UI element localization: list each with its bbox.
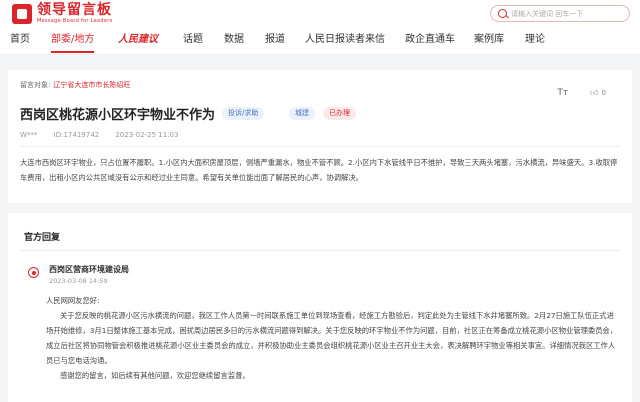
target-value[interactable]: 辽宁省大连市市长陈绍旺 [53,81,130,89]
reply-section-title: 官方回复 [24,233,61,243]
font-size-icon[interactable]: Tт [557,88,568,98]
nav-item-case-library[interactable]: 案例库 [474,34,504,46]
reply-department: 西岗区营商环境建设局 [49,265,129,274]
message-meta: W*** ID:17419742 2023-02-25 11:03 [20,131,192,139]
tag-type: 投诉/求助 [222,107,265,120]
nav-item-reports[interactable]: 报道 [265,34,285,46]
logo-title: 领导留言板 [37,2,112,18]
top-bar: 领导留言板 Message Board for Leaders [0,0,640,27]
reply-time: 2023-03-08 14:59 [49,277,108,285]
like-icon[interactable]: 👍︎ [590,88,598,98]
nav-item-data[interactable]: 数据 [224,34,244,46]
logo-subtitle: Message Board for Leaders [37,18,113,24]
tag-field: 城建 [289,107,315,120]
main-nav: 首页 部委/地方 人民建议 话题 数据 报道 人民日报读者来信 政企直通车 案例… [0,27,640,55]
message-tools: Tт 👍︎ 0 [557,88,606,98]
divider [20,250,620,251]
reply-greeting: 人民网网友您好: [46,296,100,305]
message-target: 留言对象: 辽宁省大连市市长陈绍旺 [20,80,130,90]
author: W*** [20,131,38,139]
department-seal-icon [28,267,39,278]
search-box[interactable] [490,5,630,22]
search-input[interactable] [511,8,623,19]
nav-item-home[interactable]: 首页 [10,34,30,46]
nav-item-topics[interactable]: 话题 [183,34,203,46]
logo-icon [12,3,32,24]
logo-text: 领导留言板 Message Board for Leaders [37,2,113,25]
message-content: 大连市西岗区环宇物业，只占位置不履职。1.小区内大面积房屋顶层，侧墙严重漏水，物… [20,158,618,182]
reply-closing: 感谢您的留言，如后续有其他问题，欢迎您继续留言监督。 [60,371,250,380]
nav-item-theory[interactable]: 理论 [525,34,545,46]
status-badge: 已办理 [323,107,356,120]
nav-item-reader-letters[interactable]: 人民日报读者来信 [305,34,385,46]
search-icon[interactable] [498,9,507,18]
nav-item-gov-enterprise[interactable]: 政企直通车 [405,34,455,46]
divider [20,146,620,147]
reply-card: 官方回复 西岗区营商环境建设局 2023-03-08 14:59 人民网网友您好… [8,213,632,402]
message-card: 留言对象: 辽宁省大连市市长陈绍旺 Tт 👍︎ 0 西岗区桃花源小区环宇物业不作为… [8,70,632,203]
reply-body: 关于您反映的桃花源小区污水横流的问题，我区工作人员第一时间联系施工单位到现场查看… [46,311,618,365]
target-label: 留言对象: [20,81,51,89]
nav-item-people-suggestions[interactable]: 人民建议 [118,34,158,46]
reply-content: 人民网网友您好: 关于您反映的桃花源小区污水横流的问题，我区工作人员第一时间联系… [46,293,620,383]
message-id: ID:17419742 [53,131,100,139]
like-count: 0 [601,89,606,97]
site-logo[interactable]: 领导留言板 Message Board for Leaders [12,3,113,24]
message-title: 西岗区桃花源小区环宇物业不作为 [20,108,216,123]
nav-item-ministries-local[interactable]: 部委/地方 [51,34,95,53]
message-time: 2023-02-25 11:03 [115,131,179,139]
